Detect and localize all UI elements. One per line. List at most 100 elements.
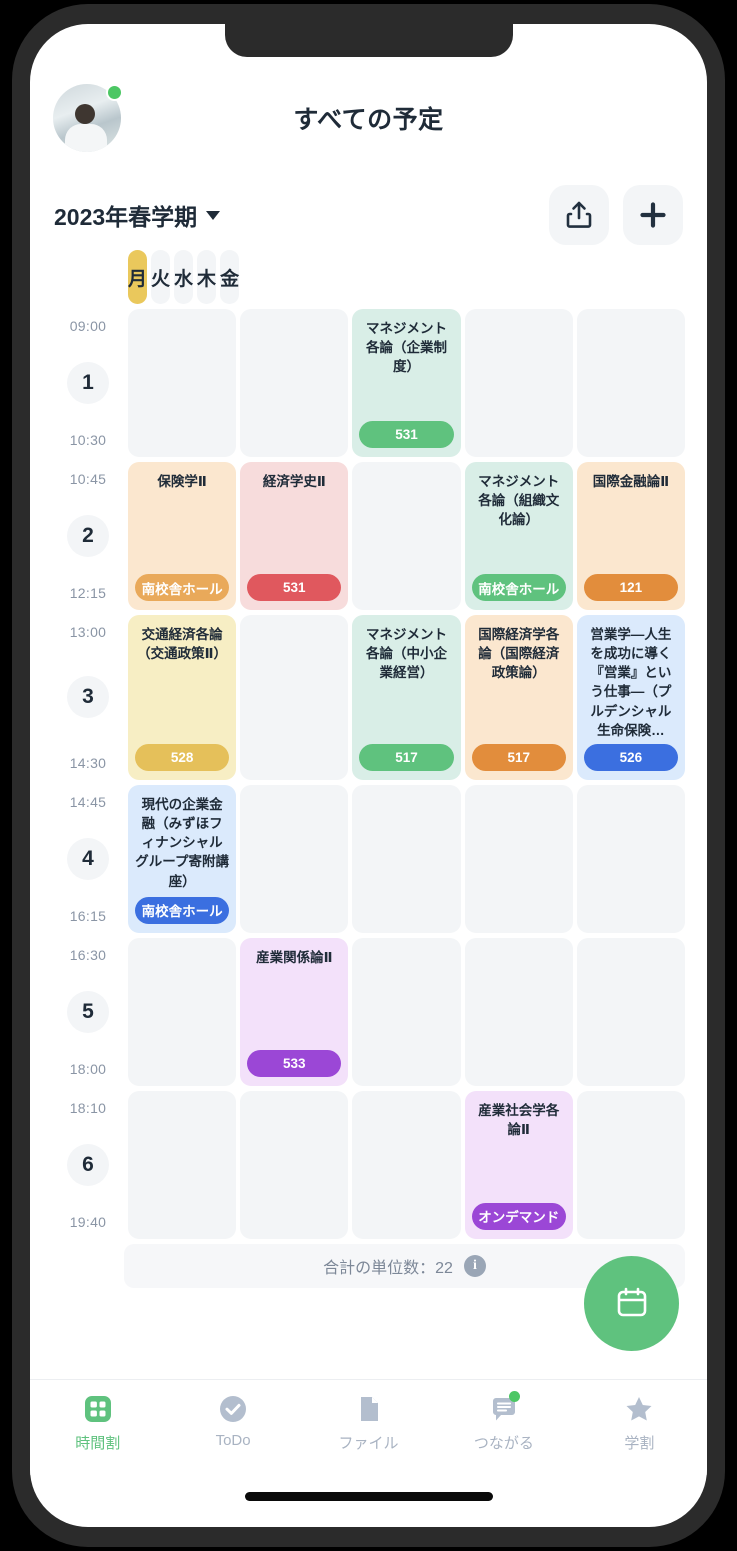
period-start-time: 16:30	[69, 946, 107, 963]
course-card-wed-3[interactable]: マネジメント各論（中小企業経営） 517	[352, 615, 461, 780]
day-header-wed[interactable]: 水	[174, 250, 194, 304]
chat-icon	[487, 1391, 521, 1426]
share-button[interactable]	[549, 185, 609, 245]
empty-slot-wed-6	[352, 1090, 461, 1239]
day-header-tue[interactable]: 火	[151, 250, 171, 304]
course-card-wed-1[interactable]: マネジメント各論（企業制度） 531	[352, 309, 461, 457]
tab-connect[interactable]: つながる	[436, 1391, 571, 1453]
chevron-down-icon	[206, 210, 221, 220]
period-number: 1	[67, 362, 109, 404]
unread-badge	[508, 1391, 520, 1402]
period-start-time: 10:45	[69, 471, 107, 487]
empty-slot-tue-4	[240, 784, 349, 933]
add-button[interactable]	[623, 185, 683, 245]
total-credits-label: 合計の単位数：22	[323, 1259, 453, 1277]
header-actions	[549, 185, 683, 245]
course-card-thu-6[interactable]: 産業社会学各論Ⅱ オンデマンド	[464, 1090, 573, 1239]
course-room-pill: 南校舎ホール	[471, 574, 566, 601]
period-start-time: 13:00	[69, 624, 107, 640]
period-end-time: 16:15	[69, 907, 107, 924]
notch	[224, 24, 513, 57]
course-title: マネジメント各論（企業制度）	[366, 321, 447, 375]
course-room-pill: 526	[583, 743, 679, 771]
tab-todo[interactable]: ToDo	[165, 1392, 300, 1449]
period-time-col-2: 10:45 2 12:15	[52, 462, 124, 610]
course-room-pill: 531	[359, 421, 454, 448]
course-card-thu-3[interactable]: 国際経済学各論（国際経済政策論） 517	[464, 615, 573, 780]
period-time-col-3: 13:00 3 14:30	[52, 615, 124, 780]
app-header: すべての予定	[30, 72, 707, 180]
period-start-time: 09:00	[69, 318, 107, 334]
grid-icon	[81, 1392, 115, 1426]
course-room-pill: 517	[471, 743, 566, 771]
course-title: 営業学—人生を成功に導く『営業』という仕事—（プルデンシャル生命保険…	[590, 627, 672, 738]
course-card-fri-3[interactable]: 営業学—人生を成功に導く『営業』という仕事—（プルデンシャル生命保険… 526	[576, 615, 686, 780]
tab-label-todo: ToDo	[215, 1432, 251, 1449]
empty-slot-fri-4	[576, 784, 686, 933]
tab-label-files: ファイル	[338, 1435, 399, 1452]
course-title: 交通経済各論（交通政策Ⅱ）	[137, 627, 228, 662]
course-room-pill: 533	[247, 1049, 342, 1077]
empty-slot-mon-1	[128, 309, 237, 457]
period-end-time: 10:30	[69, 432, 107, 448]
empty-slot-tue-1	[240, 309, 349, 457]
course-room-pill: 531	[247, 574, 342, 601]
day-header-mon[interactable]: 月	[128, 250, 148, 304]
course-card-tue-5[interactable]: 産業関係論Ⅱ 533	[240, 937, 349, 1086]
tab-files[interactable]: ファイル	[301, 1392, 436, 1453]
empty-slot-tue-6	[240, 1090, 349, 1239]
day-header-row: 月 火 水 木 金	[52, 250, 685, 304]
star-icon	[622, 1392, 656, 1426]
course-title: 産業関係論Ⅱ	[256, 949, 333, 965]
day-header-fri[interactable]: 金	[220, 250, 240, 304]
course-title: 産業社会学各論Ⅱ	[478, 1102, 560, 1138]
course-card-fri-2[interactable]: 国際金融論Ⅱ 121	[576, 462, 686, 610]
period-row-5: 16:30 5 18:00 産業関係論Ⅱ 533	[52, 937, 686, 1086]
course-title: 保険学Ⅱ	[157, 474, 207, 489]
course-card-mon-4[interactable]: 現代の企業金融（みずほフィナンシャルグループ寄附講座） 南校舎ホール	[128, 784, 237, 933]
bottom-tab-bar: 時間割 ToDo ファイル つながる 学割	[30, 1379, 707, 1475]
period-end-time: 14:30	[69, 754, 107, 771]
period-end-time: 19:40	[69, 1213, 107, 1230]
course-title: 現代の企業金融（みずほフィナンシャルグループ寄附講座）	[135, 796, 229, 889]
empty-slot-thu-4	[464, 784, 573, 933]
course-card-thu-2[interactable]: マネジメント各論（組織文化論） 南校舎ホール	[464, 462, 573, 610]
period-row-6: 18:10 6 19:40 産業社会学各論Ⅱ オンデマンド	[52, 1090, 686, 1239]
empty-slot-wed-2	[352, 462, 461, 610]
tab-label-timetable: 時間割	[75, 1435, 121, 1452]
period-end-time: 12:15	[69, 585, 107, 601]
tab-discount[interactable]: 学割	[572, 1392, 707, 1453]
course-card-tue-2[interactable]: 経済学史Ⅱ 531	[240, 462, 349, 610]
period-time-col-6: 18:10 6 19:40	[52, 1091, 124, 1239]
page-title: すべての予定	[293, 106, 444, 134]
course-room-pill: 528	[135, 743, 230, 771]
period-number: 2	[67, 515, 109, 557]
empty-slot-thu-5	[464, 937, 573, 1086]
course-room-pill: 南校舎ホール	[135, 896, 230, 924]
share-icon	[566, 201, 592, 229]
period-number: 6	[67, 1143, 109, 1186]
plus-icon	[639, 201, 667, 229]
empty-slot-thu-1	[464, 309, 573, 457]
course-title: 国際経済学各論（国際経済政策論）	[478, 627, 560, 681]
info-icon[interactable]: i	[463, 1254, 486, 1277]
period-rows: 09:00 1 10:30 マネジメント各論（企業制度） 531 10:45 2 12:15 保…	[52, 309, 686, 1239]
day-header-thu[interactable]: 木	[197, 250, 217, 304]
empty-slot-fri-6	[576, 1090, 686, 1239]
tab-label-discount: 学割	[624, 1435, 655, 1452]
file-icon	[352, 1392, 386, 1426]
calendar-fab-button[interactable]	[584, 1256, 679, 1351]
period-row-2: 10:45 2 12:15 保険学Ⅱ 南校舎ホール 経済学史Ⅱ 531 マネジメント各論（組織…	[52, 462, 686, 610]
tab-label-connect: つながる	[473, 1435, 534, 1452]
course-card-mon-3[interactable]: 交通経済各論（交通政策Ⅱ） 528	[128, 615, 237, 780]
tab-timetable[interactable]: 時間割	[30, 1392, 165, 1453]
course-room-pill: 517	[359, 743, 454, 771]
course-title: マネジメント各論（中小企業経営）	[366, 627, 447, 681]
period-number: 5	[67, 990, 109, 1033]
course-card-mon-2[interactable]: 保険学Ⅱ 南校舎ホール	[128, 462, 237, 610]
credits-spacer	[52, 1244, 124, 1288]
period-time-col-4: 14:45 4 16:15	[52, 785, 124, 933]
period-number: 3	[67, 676, 109, 719]
term-selector[interactable]: 2023年春学期	[54, 198, 221, 232]
course-room-pill: 南校舎ホール	[135, 574, 230, 601]
